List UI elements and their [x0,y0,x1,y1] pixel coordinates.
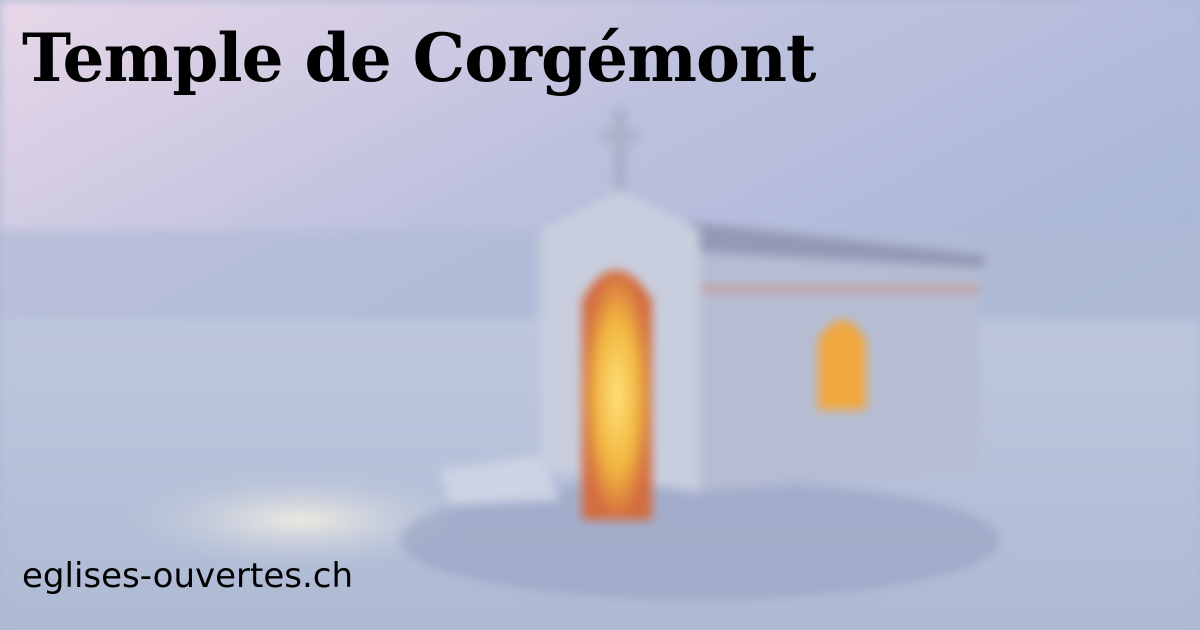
site-domain: eglises-ouvertes.ch [22,556,354,596]
social-card: Temple de Corgémont eglises-ouvertes.ch [0,0,1200,630]
page-title: Temple de Corgémont [22,19,816,97]
